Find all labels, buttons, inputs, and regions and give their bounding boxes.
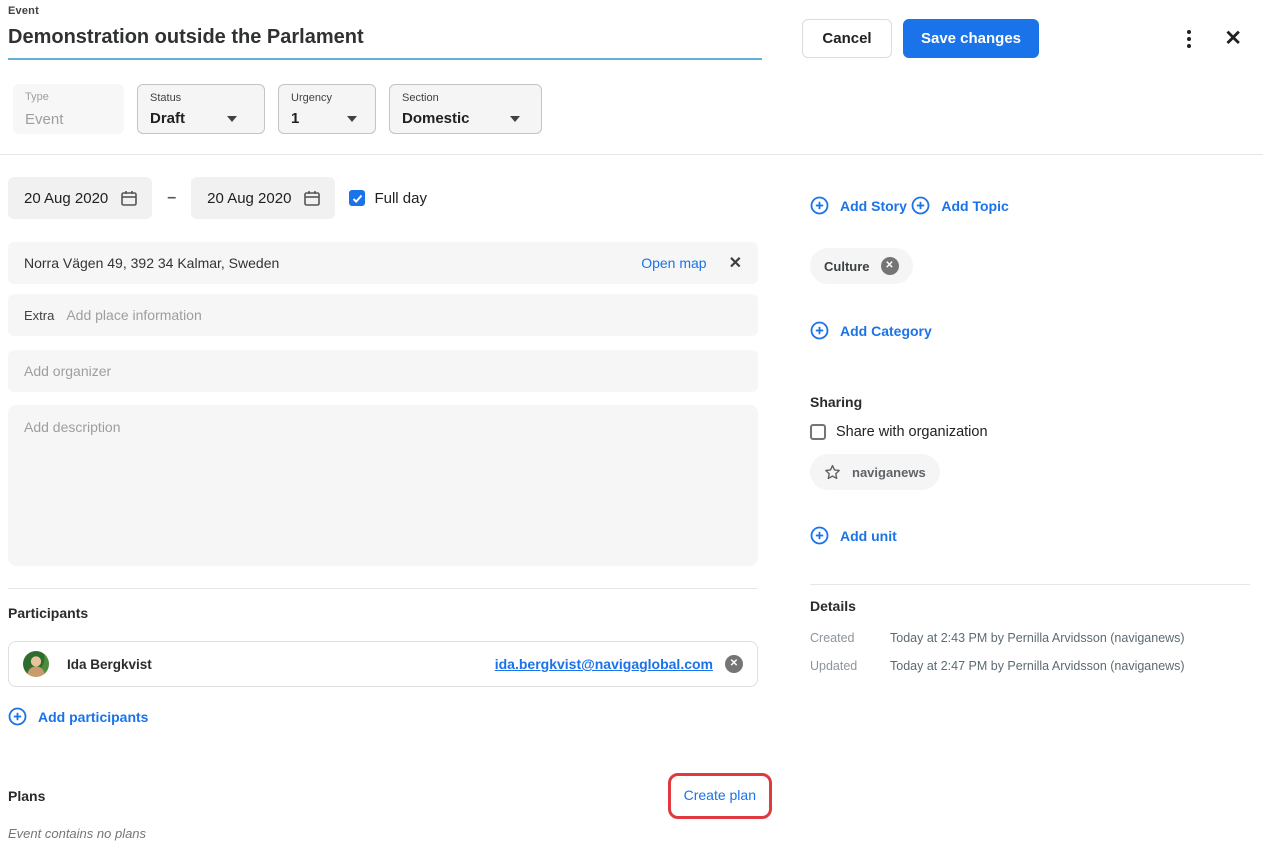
status-value: Draft bbox=[150, 110, 185, 127]
start-date-picker[interactable]: 20 Aug 2020 bbox=[8, 177, 152, 219]
date-range-dash: – bbox=[167, 189, 176, 207]
topic-chip-label: Culture bbox=[824, 259, 870, 274]
description-placeholder: Add description bbox=[24, 419, 121, 435]
left-column: 20 Aug 2020 – 20 Aug 2020 Full day Norra… bbox=[8, 155, 758, 841]
plus-circle-icon bbox=[8, 707, 27, 726]
add-unit-label: Add unit bbox=[840, 528, 897, 544]
unit-chip-label: naviganews bbox=[852, 465, 926, 480]
event-title-input[interactable]: Demonstration outside the Parlament bbox=[8, 26, 762, 60]
plus-circle-icon bbox=[810, 196, 829, 215]
section-dropdown[interactable]: Section Domestic bbox=[389, 84, 542, 134]
chevron-down-icon bbox=[227, 116, 237, 122]
share-checkbox[interactable] bbox=[810, 424, 826, 440]
description-field[interactable]: Add description bbox=[8, 405, 758, 566]
detail-row-created: Created Today at 2:43 PM by Pernilla Arv… bbox=[810, 631, 1250, 645]
full-day-checkbox[interactable] bbox=[349, 190, 365, 206]
main-content: 20 Aug 2020 – 20 Aug 2020 Full day Norra… bbox=[8, 155, 1250, 841]
add-topic-label: Add Topic bbox=[941, 198, 1008, 214]
plus-circle-icon bbox=[810, 321, 829, 340]
share-label: Share with organization bbox=[836, 424, 988, 440]
date-row: 20 Aug 2020 – 20 Aug 2020 Full day bbox=[8, 177, 758, 219]
updated-value: Today at 2:47 PM by Pernilla Arvidsson (… bbox=[890, 659, 1185, 673]
updated-label: Updated bbox=[810, 659, 890, 673]
plus-circle-icon bbox=[810, 526, 829, 545]
organizer-placeholder: Add organizer bbox=[24, 363, 111, 379]
participant-row: Ida Bergkvist ida.bergkvist@navigaglobal… bbox=[8, 641, 758, 687]
add-participants-label: Add participants bbox=[38, 709, 148, 725]
topic-chip: Culture ✕ bbox=[810, 248, 913, 284]
save-changes-button[interactable]: Save changes bbox=[903, 19, 1039, 58]
window-actions: ✕ bbox=[1183, 26, 1250, 52]
status-label: Status bbox=[150, 92, 252, 104]
clear-address-icon[interactable]: ✕ bbox=[729, 253, 742, 273]
add-story-button[interactable]: Add Story bbox=[810, 196, 907, 215]
avatar bbox=[23, 651, 49, 677]
end-date-value: 20 Aug 2020 bbox=[207, 190, 291, 207]
title-block: Event Demonstration outside the Parlamen… bbox=[8, 5, 762, 60]
annotation-highlight: Create plan bbox=[668, 773, 772, 819]
urgency-label: Urgency bbox=[291, 92, 363, 104]
urgency-dropdown[interactable]: Urgency 1 bbox=[278, 84, 376, 134]
participant-name: Ida Bergkvist bbox=[67, 657, 152, 672]
add-topic-button[interactable]: Add Topic bbox=[911, 196, 1008, 215]
address-field[interactable]: Norra Vägen 49, 392 34 Kalmar, Sweden Op… bbox=[8, 242, 758, 284]
details-divider bbox=[810, 584, 1250, 585]
participants-divider bbox=[8, 588, 758, 589]
created-label: Created bbox=[810, 631, 890, 645]
kebab-menu-icon[interactable] bbox=[1183, 26, 1195, 52]
add-participants-button[interactable]: Add participants bbox=[8, 707, 148, 726]
urgency-value: 1 bbox=[291, 110, 299, 127]
unit-chip: naviganews bbox=[810, 454, 940, 490]
extra-placeholder: Add place information bbox=[66, 307, 201, 323]
calendar-icon bbox=[120, 189, 138, 207]
calendar-icon bbox=[303, 189, 321, 207]
right-column: Add Story Add Topic Culture ✕ Add Catego… bbox=[810, 155, 1250, 841]
check-icon bbox=[352, 193, 363, 204]
details-rows: Created Today at 2:43 PM by Pernilla Arv… bbox=[810, 631, 1250, 673]
chevron-down-icon bbox=[347, 116, 357, 122]
type-label: Type bbox=[25, 91, 112, 103]
event-editor: Event Demonstration outside the Parlamen… bbox=[0, 0, 1263, 841]
start-date-value: 20 Aug 2020 bbox=[24, 190, 108, 207]
created-value: Today at 2:43 PM by Pernilla Arvidsson (… bbox=[890, 631, 1185, 645]
full-day-label: Full day bbox=[374, 190, 427, 207]
section-value: Domestic bbox=[402, 110, 470, 127]
close-icon[interactable]: ✕ bbox=[1224, 28, 1242, 49]
type-value: Event bbox=[25, 111, 112, 128]
plans-heading: Plans bbox=[8, 788, 45, 804]
chevron-down-icon bbox=[510, 116, 520, 122]
star-icon[interactable] bbox=[824, 464, 841, 481]
remove-topic-icon[interactable]: ✕ bbox=[881, 257, 899, 275]
plus-circle-icon bbox=[911, 196, 930, 215]
cancel-button[interactable]: Cancel bbox=[802, 19, 892, 58]
add-unit-button[interactable]: Add unit bbox=[810, 526, 1250, 545]
participant-email-link[interactable]: ida.bergkvist@navigaglobal.com bbox=[495, 656, 713, 672]
participants-heading: Participants bbox=[8, 605, 758, 621]
extra-place-field[interactable]: Extra Add place information bbox=[8, 294, 758, 336]
organizer-field[interactable]: Add organizer bbox=[8, 350, 758, 392]
add-category-label: Add Category bbox=[840, 323, 932, 339]
full-day-toggle[interactable]: Full day bbox=[349, 190, 427, 207]
extra-label: Extra bbox=[24, 308, 54, 323]
content-type-label: Event bbox=[8, 5, 762, 17]
open-map-link[interactable]: Open map bbox=[641, 255, 706, 271]
header-actions: Cancel Save changes ✕ bbox=[802, 19, 1250, 58]
create-plan-link[interactable]: Create plan bbox=[684, 787, 756, 803]
detail-row-updated: Updated Today at 2:47 PM by Pernilla Arv… bbox=[810, 659, 1250, 673]
sharing-heading: Sharing bbox=[810, 394, 1250, 410]
add-story-label: Add Story bbox=[840, 198, 907, 214]
address-value: Norra Vägen 49, 392 34 Kalmar, Sweden bbox=[24, 255, 279, 271]
meta-row: Type Event Status Draft Urgency 1 Sectio… bbox=[13, 84, 1250, 134]
section-label: Section bbox=[402, 92, 529, 104]
share-with-org-toggle[interactable]: Share with organization bbox=[810, 424, 1250, 440]
plans-empty-text: Event contains no plans bbox=[8, 826, 758, 841]
details-heading: Details bbox=[810, 598, 1250, 614]
remove-participant-icon[interactable]: ✕ bbox=[725, 655, 743, 673]
topbar: Event Demonstration outside the Parlamen… bbox=[8, 5, 1250, 60]
status-dropdown[interactable]: Status Draft bbox=[137, 84, 265, 134]
end-date-picker[interactable]: 20 Aug 2020 bbox=[191, 177, 335, 219]
plans-row: Plans Create plan bbox=[8, 773, 758, 819]
type-field: Type Event bbox=[13, 84, 124, 134]
add-category-button[interactable]: Add Category bbox=[810, 321, 932, 340]
